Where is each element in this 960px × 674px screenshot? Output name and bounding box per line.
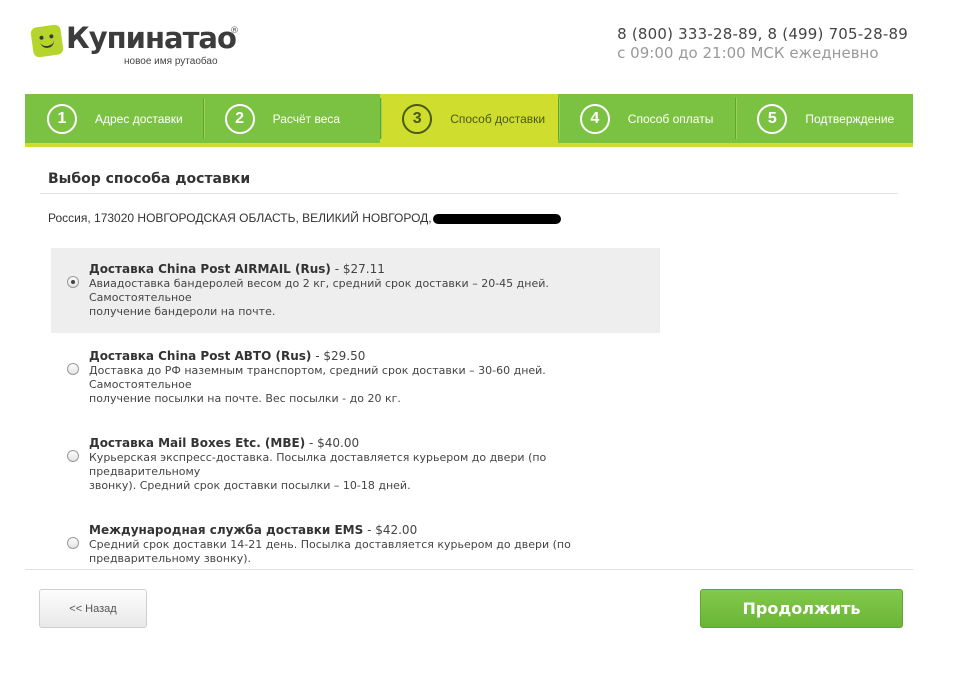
- option-description: Доставка до РФ наземным транспортом, сре…: [89, 364, 546, 391]
- step-payment-method[interactable]: 4 Способ оплаты: [557, 94, 736, 143]
- delivery-options: Доставка China Post AIRMAIL (Rus) - $27.…: [51, 248, 660, 582]
- option-description: Авиадоставка бандеролей весом до 2 кг, с…: [89, 277, 549, 304]
- continue-button[interactable]: Продолжить: [700, 589, 903, 628]
- option-name: Доставка China Post АВТО (Rus): [89, 349, 312, 363]
- option-description: Средний срок доставки 14-21 день. Посылк…: [89, 538, 571, 551]
- option-description: звонку). Средний срок доставки посылки –…: [89, 479, 411, 492]
- step-number: 3: [402, 103, 433, 134]
- step-delivery-address[interactable]: 1 Адрес доставки: [25, 94, 203, 143]
- option-price: - $29.50: [311, 349, 366, 363]
- logo-tagline: новое имя рутаобао: [124, 56, 218, 67]
- step-delivery-method[interactable]: 3 Способ доставки: [380, 94, 558, 143]
- option-header: Доставка China Post AIRMAIL (Rus) - $27.…: [89, 261, 646, 277]
- smiley-logo-icon: [30, 24, 64, 58]
- option-description: предварительному звонку).: [89, 552, 252, 565]
- step-label: Расчёт веса: [272, 111, 341, 126]
- logo-text: Купинатао: [66, 21, 237, 55]
- option-name: Доставка Mail Boxes Etc. (MBE): [89, 436, 306, 450]
- radio-button[interactable]: [67, 363, 79, 375]
- delivery-option-mbe[interactable]: Доставка Mail Boxes Etc. (MBE) - $40.00 …: [51, 422, 660, 507]
- step-number: 5: [757, 103, 788, 134]
- address-text: Россия, 173020 НОВГОРОДСКАЯ ОБЛАСТЬ, ВЕЛ…: [48, 211, 432, 225]
- site-logo[interactable]: Купинатао ® новое имя рутаобао: [30, 21, 250, 72]
- divider: [25, 569, 913, 570]
- step-number: 1: [47, 103, 77, 134]
- radio-button[interactable]: [67, 276, 79, 288]
- contacts-block: 8 (800) 333-28-89, 8 (499) 705-28-89 с 0…: [617, 25, 908, 62]
- registered-mark: ®: [230, 26, 239, 36]
- step-weight-calc[interactable]: 2 Расчёт веса: [202, 94, 381, 143]
- radio-button[interactable]: [67, 450, 79, 462]
- page-title: Выбор способа доставки: [48, 171, 251, 187]
- delivery-option-auto[interactable]: Доставка China Post АВТО (Rus) - $29.50 …: [51, 335, 660, 420]
- phone-numbers: 8 (800) 333-28-89, 8 (499) 705-28-89: [617, 25, 908, 43]
- option-header: Международная служба доставки EMS - $42.…: [89, 522, 646, 538]
- step-label: Адрес доставки: [95, 111, 183, 126]
- option-header: Доставка China Post АВТО (Rus) - $29.50: [89, 348, 646, 364]
- option-header: Доставка Mail Boxes Etc. (MBE) - $40.00: [89, 435, 646, 451]
- redacted-block: [432, 213, 561, 224]
- divider: [40, 193, 898, 194]
- option-price: - $40.00: [305, 436, 360, 450]
- working-hours: с 09:00 до 21:00 МСК ежедневно: [617, 44, 879, 62]
- step-label: Способ оплаты: [627, 111, 714, 126]
- option-description: получение бандероли на почте.: [89, 305, 276, 318]
- option-description: получение посылки на почте. Вес посылки …: [89, 392, 401, 405]
- back-button[interactable]: << Назад: [39, 589, 147, 628]
- delivery-address: Россия, 173020 НОВГОРОДСКАЯ ОБЛАСТЬ, ВЕЛ…: [48, 211, 561, 225]
- step-label: Подтверждение: [805, 111, 895, 126]
- step-label: Способ доставки: [450, 111, 546, 126]
- delivery-option-airmail[interactable]: Доставка China Post AIRMAIL (Rus) - $27.…: [51, 248, 660, 333]
- step-number: 4: [579, 103, 610, 134]
- step-number: 2: [224, 103, 255, 134]
- option-description: Курьерская экспресс-доставка. Посылка до…: [89, 451, 547, 478]
- option-name: Доставка China Post AIRMAIL (Rus): [89, 262, 331, 276]
- step-confirmation[interactable]: 5 Подтверждение: [735, 94, 913, 143]
- radio-button[interactable]: [67, 537, 79, 549]
- option-name: Международная служба доставки EMS: [89, 523, 364, 537]
- checkout-steps: 1 Адрес доставки 2 Расчёт веса 3 Способ …: [25, 94, 913, 147]
- option-price: - $42.00: [363, 523, 418, 537]
- option-price: - $27.11: [330, 262, 385, 276]
